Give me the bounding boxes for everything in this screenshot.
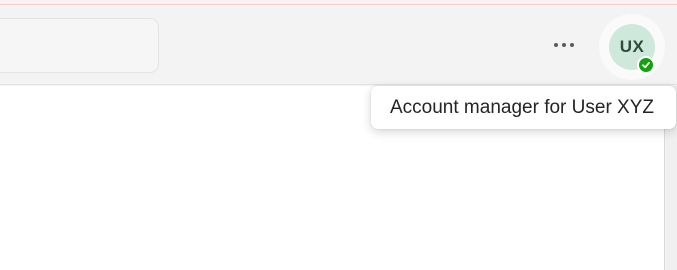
avatar-initials: UX bbox=[619, 37, 645, 56]
account-tooltip: Account manager for User XYZ bbox=[371, 86, 676, 129]
tooltip-text: Account manager for User XYZ bbox=[390, 96, 654, 118]
checkmark-icon bbox=[642, 61, 650, 69]
more-horizontal-icon-dot bbox=[570, 43, 574, 47]
header-toolbar: UX bbox=[0, 5, 677, 85]
account-manager-button[interactable]: UX bbox=[599, 14, 665, 80]
presence-badge bbox=[637, 56, 655, 74]
search-box[interactable] bbox=[0, 18, 159, 73]
more-horizontal-icon bbox=[554, 43, 558, 47]
more-options-button[interactable] bbox=[544, 29, 584, 61]
more-horizontal-icon-dot bbox=[562, 43, 566, 47]
